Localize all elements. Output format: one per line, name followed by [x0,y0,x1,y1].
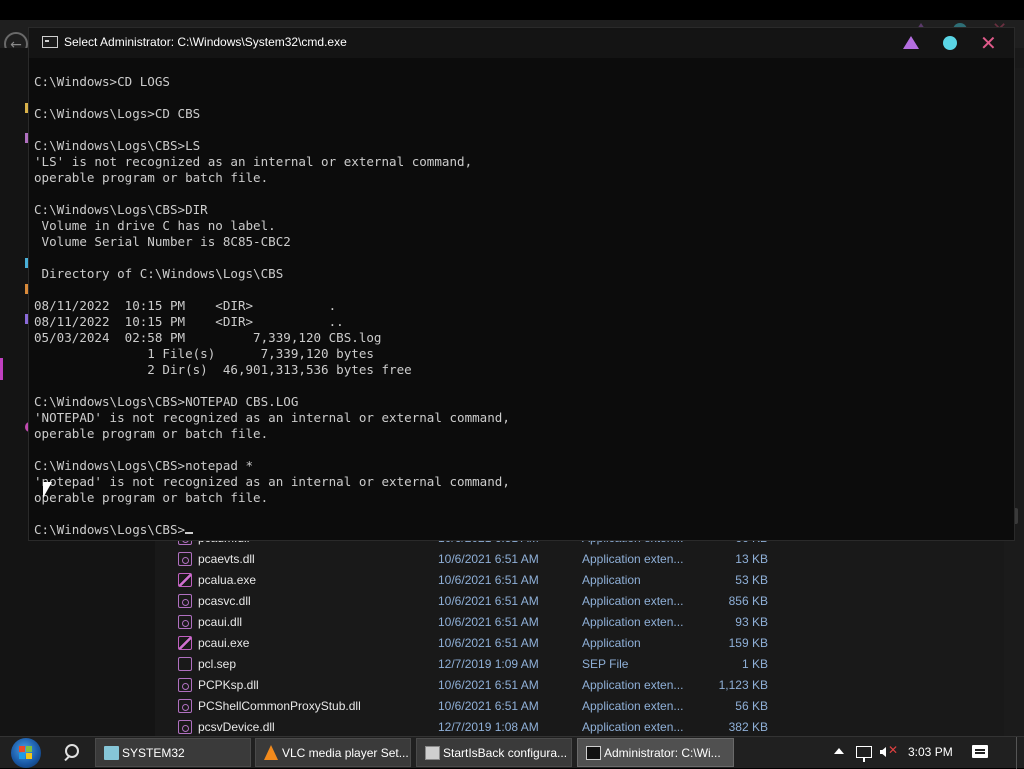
file-name: pcl.sep [198,657,237,671]
file-row[interactable]: pcaui.dll 10/6/2021 6:51 AM Application ex… [175,612,775,633]
dll-icon [178,615,192,629]
taskbar-item-cmd[interactable]: Administrator: C:\Wi... [577,738,734,767]
notification-icon[interactable] [972,745,988,758]
window-title: Select Administrator: C:\Windows\System3… [64,35,347,49]
file-size: 53 KB [735,573,768,587]
file-type: SEP File [582,657,629,671]
cmd-icon [586,746,601,760]
file-row[interactable]: PCPKsp.dll 10/6/2021 6:51 AM Application e… [175,675,775,696]
file-row[interactable]: pcl.sep 12/7/2019 1:09 AM SEP File 1 KB [175,654,775,675]
file-row[interactable]: pcalua.exe 10/6/2021 6:51 AM Application 53… [175,570,775,591]
file-name: pcsvDevice.dll [198,720,275,734]
dll-icon [178,594,192,608]
folder-icon [104,746,119,760]
mouse-pointer-icon [43,482,52,498]
file-date: 10/6/2021 6:51 AM [438,552,539,566]
exe-icon [178,573,192,587]
nav-selection-indicator [0,358,3,380]
console-output[interactable]: C:\Windows>CD LOGS C:\Windows\Logs>CD CB… [34,74,510,538]
dll-icon [178,720,192,734]
taskbar-item-label: StartIsBack configura... [443,746,568,760]
taskbar: SYSTEM32 VLC media player Set... StartIs… [0,736,1024,769]
start-button[interactable] [6,738,46,768]
file-icon [178,657,192,671]
cmd-titlebar[interactable]: Select Administrator: C:\Windows\System3… [29,28,1014,58]
file-date: 12/7/2019 1:08 AM [438,720,539,734]
file-name: PCShellCommonProxyStub.dll [198,699,361,713]
cmd-window[interactable]: Select Administrator: C:\Windows\System3… [28,27,1015,541]
dll-icon [178,699,192,713]
show-desktop-button[interactable] [1016,737,1024,769]
dll-icon [178,552,192,566]
taskbar-item-label: Administrator: C:\Wi... [604,746,721,760]
file-size: 382 KB [728,720,768,734]
mute-icon: ✕ [888,743,899,757]
file-date: 10/6/2021 6:51 AM [438,699,539,713]
file-size: 13 KB [735,552,768,566]
file-type: Application exten... [582,615,684,629]
file-name: PCPKsp.dll [198,678,259,692]
exe-icon [178,636,192,650]
file-date: 10/6/2021 6:51 AM [438,636,539,650]
clock[interactable]: 3:03 PM [908,745,953,759]
file-row[interactable]: PCShellCommonProxyStub.dll 10/6/2021 6:51… [175,696,775,717]
close-button[interactable]: ✕ [980,33,997,53]
file-size: 56 KB [735,699,768,713]
file-name: pcasvc.dll [198,594,251,608]
taskbar-item-explorer[interactable]: SYSTEM32 [95,738,251,767]
file-date: 10/6/2021 6:51 AM [438,615,539,629]
taskbar-item-vlc[interactable]: VLC media player Set... [255,738,411,767]
file-date: 12/7/2019 1:09 AM [438,657,539,671]
minimize-button[interactable] [903,35,919,51]
startisback-icon [425,746,440,760]
file-type: Application [582,636,641,650]
file-row[interactable]: pcasvc.dll 10/6/2021 6:51 AM Application e… [175,591,775,612]
search-icon[interactable] [56,740,88,766]
chevron-up-icon[interactable] [834,748,844,754]
console-icon [42,36,58,48]
console-prompt: C:\Windows\Logs\CBS> [34,522,186,537]
taskbar-item-startisback[interactable]: StartIsBack configura... [416,738,572,767]
file-name: pcaui.dll [198,615,243,629]
file-size: 856 KB [728,594,768,608]
file-date: 10/6/2021 6:51 AM [438,573,539,587]
file-row[interactable]: pcaui.exe 10/6/2021 6:51 AM Application 159… [175,633,775,654]
file-row[interactable]: pcsvDevice.dll 12/7/2019 1:08 AM Applicati… [175,717,775,738]
console-scrollbar[interactable] [999,58,1014,540]
system-tray: ✕ 3:03 PM [830,737,1024,769]
text-cursor [185,532,194,534]
file-name: pcaui.exe [198,636,250,650]
file-size: 1,123 KB [718,678,768,692]
network-icon[interactable] [856,746,872,762]
maximize-button[interactable] [942,35,958,51]
file-date: 10/6/2021 6:51 AM [438,678,539,692]
file-type: Application exten... [582,720,684,734]
file-type: Application exten... [582,594,684,608]
file-name: pcalua.exe [198,573,257,587]
windows-logo-icon [11,738,41,768]
file-row[interactable]: pcaevts.dll 10/6/2021 6:51 AM Application … [175,549,775,570]
volume-icon[interactable] [880,747,886,757]
vlc-icon [264,745,278,760]
file-size: 1 KB [741,657,768,671]
file-size: 159 KB [728,636,768,650]
file-type: Application exten... [582,678,684,692]
file-type: Application exten... [582,552,684,566]
taskbar-item-label: VLC media player Set... [282,746,409,760]
file-date: 10/6/2021 6:51 AM [438,594,539,608]
console-body[interactable]: C:\Windows>CD LOGS C:\Windows\Logs>CD CB… [29,58,999,540]
file-name: pcaevts.dll [198,552,255,566]
file-type: Application exten... [582,699,684,713]
taskbar-item-label: SYSTEM32 [122,746,185,760]
file-size: 93 KB [735,615,768,629]
dll-icon [178,678,192,692]
file-type: Application [582,573,641,587]
